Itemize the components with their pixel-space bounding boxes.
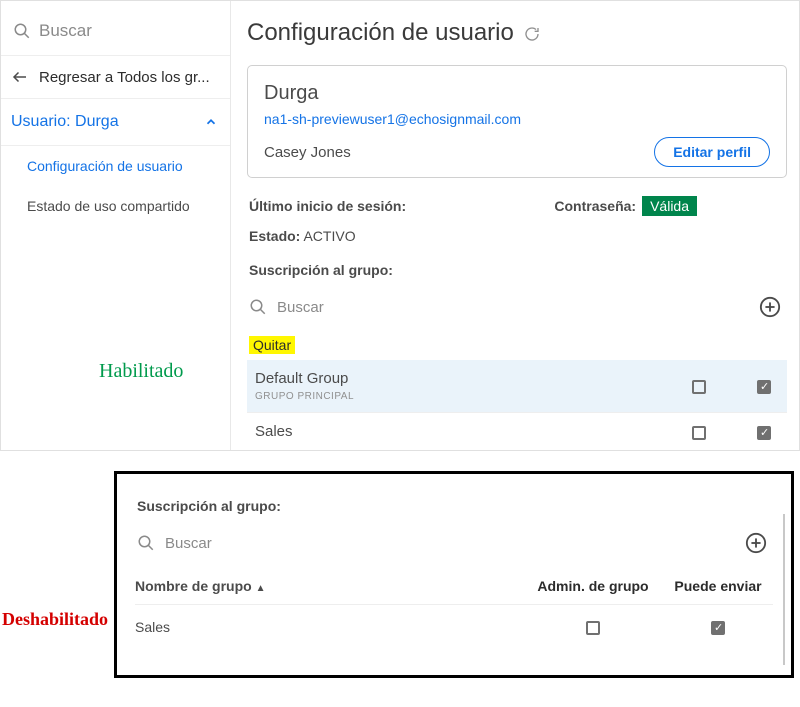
group-name: Sales [255,423,649,440]
group-search-row [247,286,787,328]
main-content: Configuración de usuario Durga na1-sh-pr… [231,1,799,450]
table-row[interactable]: Sales [135,605,773,649]
refresh-icon[interactable] [524,24,540,41]
arrow-left-icon [11,68,29,86]
group-search-input-bottom[interactable] [165,535,745,552]
row-send-checkbox[interactable] [711,621,725,635]
col-send-header[interactable]: Puede enviar [663,578,773,594]
page-title: Configuración de usuario [247,19,514,47]
last-login-label: Último inicio de sesión: [249,198,406,214]
sidebar-item-user-config[interactable]: Configuración de usuario [1,146,230,186]
chevron-up-icon [204,113,218,131]
sidebar-item-share-state[interactable]: Estado de uso compartido [1,186,230,226]
group-row-default[interactable]: Default Group GRUPO PRINCIPAL [247,360,787,412]
profile-card: Durga na1-sh-previewuser1@echosignmail.c… [247,65,787,178]
title-row: Configuración de usuario [247,19,787,47]
row-name: Sales [135,619,523,635]
group-send-checkbox[interactable] [757,380,771,394]
password-label: Contraseña: [554,198,636,214]
search-icon [249,298,267,316]
state-label: Estado: [249,228,300,244]
add-group-button[interactable] [759,296,781,318]
search-icon [137,534,155,552]
group-admin-checkbox[interactable] [692,380,706,394]
group-subscription-label: Suscripción al grupo: [249,262,787,278]
search-icon [13,22,31,40]
password-badge: Válida [642,196,697,216]
group-subscription-label: Suscripción al grupo: [137,498,773,514]
state-row: Estado: ACTIVO [249,228,787,244]
sidebar-search-input[interactable] [39,21,218,41]
edit-profile-button[interactable]: Editar perfil [654,137,770,167]
top-panel: Habilitado Regresar a Todos los gr... Us… [0,0,800,451]
state-value: ACTIVO [303,228,355,244]
bottom-panel: Suscripción al grupo: Nombre de grupo▲ A… [114,471,794,678]
annotation-enabled: Habilitado [99,360,183,383]
quitar-label[interactable]: Quitar [249,336,295,354]
group-name: Default Group [255,370,649,387]
col-admin-header[interactable]: Admin. de grupo [523,578,663,594]
bottom-wrap: Deshabilitado Suscripción al grupo: Nomb… [0,471,800,678]
last-login-row: Último inicio de sesión: Contraseña: Vál… [249,196,787,216]
column-headers: Nombre de grupo▲ Admin. de grupo Puede e… [135,568,773,605]
back-button[interactable]: Regresar a Todos los gr... [1,55,230,99]
back-label: Regresar a Todos los gr... [39,69,210,86]
sort-caret-icon: ▲ [256,583,266,594]
group-send-checkbox[interactable] [757,426,771,440]
group-sub: GRUPO PRINCIPAL [255,391,649,402]
scrollbar[interactable] [783,514,785,665]
sidebar-user-row[interactable]: Usuario: Durga [1,99,230,146]
annotation-disabled: Deshabilitado [2,609,108,630]
sidebar-user-label: Usuario: Durga [11,113,119,131]
group-search-row-bottom [135,522,773,564]
profile-full-name: Casey Jones [264,144,351,161]
add-group-button-bottom[interactable] [745,532,767,554]
group-admin-checkbox[interactable] [692,426,706,440]
sidebar-search[interactable] [1,13,230,55]
profile-name: Durga [264,82,770,105]
profile-email[interactable]: na1-sh-previewuser1@echosignmail.com [264,111,770,127]
group-row-sales[interactable]: Sales [247,413,787,450]
row-admin-checkbox[interactable] [586,621,600,635]
group-search-input[interactable] [277,299,759,316]
col-name-header[interactable]: Nombre de grupo▲ [135,578,523,594]
